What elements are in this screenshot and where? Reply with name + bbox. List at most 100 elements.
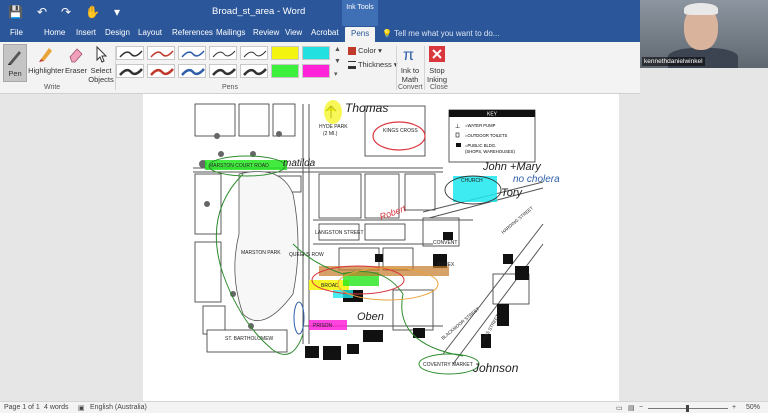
pen-swatch-8[interactable] (178, 64, 206, 78)
pen-swatch-3[interactable] (178, 46, 206, 60)
close-icon (429, 46, 445, 62)
pen-label: Pen (8, 69, 22, 78)
hyde-park-label: HYDE PARK (319, 124, 348, 130)
pen-swatch-10[interactable] (240, 64, 268, 78)
highlighter-button[interactable]: Highlighter (28, 44, 64, 75)
redo-icon[interactable]: ↷ (61, 4, 71, 20)
color-label: Color (358, 46, 377, 55)
zoom-slider-thumb[interactable] (686, 405, 689, 412)
pen-swatch-yellow-highlighter[interactable] (271, 46, 299, 60)
pen-swatch-9[interactable] (209, 64, 237, 78)
pi-icon: π (403, 47, 414, 64)
tell-me-search[interactable]: 💡 Tell me what you want to do... (382, 29, 499, 38)
tab-mailings[interactable]: Mailings (216, 28, 245, 37)
pen-stroke (212, 68, 236, 76)
lightbulb-icon: 💡 (382, 29, 392, 38)
zoom-out-icon[interactable]: − (639, 404, 643, 411)
pen-swatch-7[interactable] (147, 64, 175, 78)
ink-to-math-label: Ink to Math (400, 66, 420, 84)
tab-pens[interactable]: Pens (345, 27, 376, 42)
zoom-in-icon[interactable]: + (732, 404, 736, 411)
tab-file[interactable]: File (10, 28, 23, 37)
webcam-video: kennethdanielwinkel (640, 0, 768, 68)
key-item-public-bldg: =PUBLIC BLDG. (465, 143, 496, 148)
gallery-scroll-up-icon[interactable]: ▲ (334, 46, 341, 53)
convert-group-label: Convert (398, 84, 423, 91)
pen-swatch-2[interactable] (147, 46, 175, 60)
stop-inking-button[interactable]: Stop Inking (425, 44, 449, 84)
langston-street-label: LANGSTON STREET (315, 230, 364, 236)
document-page: KEY =WATER PUMP =OUTDOOR TOILETS =PUBLIC… (143, 94, 619, 401)
ink-to-math-button[interactable]: π Ink to Math (398, 44, 422, 84)
tab-view[interactable]: View (285, 28, 302, 37)
tab-review[interactable]: Review (253, 28, 279, 37)
marston-court-road-label: MARSTON COURT ROAD (209, 163, 269, 169)
word-count[interactable]: 4 words (44, 404, 69, 411)
key-item-pump: =WATER PUMP (465, 123, 496, 128)
church-label: CHURCH (461, 178, 483, 184)
gallery-more-icon[interactable]: ▾ (334, 70, 338, 78)
thickness-dropdown[interactable]: Thickness ▾ (348, 60, 398, 70)
document-title: Broad_st_area - Word (212, 6, 306, 17)
print-layout-icon[interactable]: ▤ (628, 404, 635, 412)
proofing-icon[interactable]: ▣ (78, 404, 85, 412)
save-icon[interactable]: 💾 (8, 4, 23, 20)
presenter-name: kennethdanielwinkel (642, 57, 705, 66)
ribbon-tabs: File Home Insert Design Layout Reference… (0, 26, 640, 42)
tab-layout[interactable]: Layout (138, 28, 162, 37)
language-indicator[interactable]: English (Australia) (90, 404, 147, 411)
tab-design[interactable]: Design (105, 28, 130, 37)
color-dropdown[interactable]: Color ▾ (348, 46, 382, 56)
broad-street-map: KEY =WATER PUMP =OUTDOOR TOILETS =PUBLIC… (193, 100, 560, 375)
ink-matilda: matilda (283, 158, 316, 169)
pen-stroke (119, 50, 143, 58)
map-key: KEY =WATER PUMP =OUTDOOR TOILETS =PUBLIC… (448, 109, 536, 163)
quick-access-toolbar: 💾 ↶ ↷ ✋ ▾ (8, 4, 120, 20)
pen-swatch-cyan-highlighter[interactable] (302, 46, 330, 60)
pen-swatch-5[interactable] (240, 46, 268, 60)
highlighter-label: Highlighter (28, 66, 64, 75)
eraser-label: Eraser (64, 66, 88, 75)
eraser-icon (69, 48, 83, 63)
convent-label: CONVENT (433, 240, 457, 246)
pen-swatch-green-highlighter[interactable] (271, 64, 299, 78)
customize-qat-icon[interactable]: ▾ (114, 4, 120, 20)
pen-stroke (181, 68, 205, 76)
yellow-circle (324, 100, 342, 124)
status-bar: Page 1 of 1 4 words ▣ English (Australia… (0, 401, 768, 413)
select-objects-button[interactable]: Select Objects (88, 44, 114, 84)
stop-inking-label: Stop Inking (426, 66, 447, 84)
pen-button[interactable]: Pen (3, 44, 27, 82)
thickness-label: Thickness (357, 60, 392, 69)
read-mode-icon[interactable]: ▭ (616, 404, 623, 412)
ink-thomas: Thomas (345, 101, 388, 115)
page-count[interactable]: Page 1 of 1 (4, 404, 40, 411)
kings-cross-label: KINGS CROSS (383, 128, 418, 134)
hyde-park-distance: (2 MI.) (323, 131, 338, 137)
pen-swatch-6[interactable] (116, 64, 144, 78)
select-objects-label: Select Objects (88, 66, 114, 84)
pen-stroke (181, 50, 205, 58)
pump-symbol-icon: ⊥ (455, 123, 460, 130)
undo-icon[interactable]: ↶ (37, 4, 47, 20)
tab-references[interactable]: References (172, 28, 213, 37)
eraser-button[interactable]: Eraser (64, 44, 88, 75)
zoom-level[interactable]: 50% (746, 404, 760, 411)
pen-swatch-4[interactable] (209, 46, 237, 60)
pens-ribbon: Pen Highlighter Eraser Select Objects Wr… (0, 42, 640, 94)
color-icon (348, 47, 356, 56)
prison-label: PRISON (313, 323, 333, 329)
key-item-toilets: =OUTDOOR TOILETS (465, 133, 508, 138)
key-title: KEY (487, 112, 498, 118)
tab-insert[interactable]: Insert (76, 28, 96, 37)
tab-home[interactable]: Home (44, 28, 65, 37)
touch-mode-icon[interactable]: ✋ (85, 4, 100, 20)
marston-park-label: MARSTON PARK (241, 250, 281, 256)
tab-acrobat[interactable]: Acrobat (311, 28, 339, 37)
highlighter-icon (39, 48, 52, 62)
ink-john-mary: John +Mary (482, 161, 542, 173)
pen-stroke (119, 68, 143, 76)
gallery-scroll-down-icon[interactable]: ▼ (334, 58, 341, 65)
pen-swatch-pink-highlighter[interactable] (302, 64, 330, 78)
pen-swatch-1[interactable] (116, 46, 144, 60)
